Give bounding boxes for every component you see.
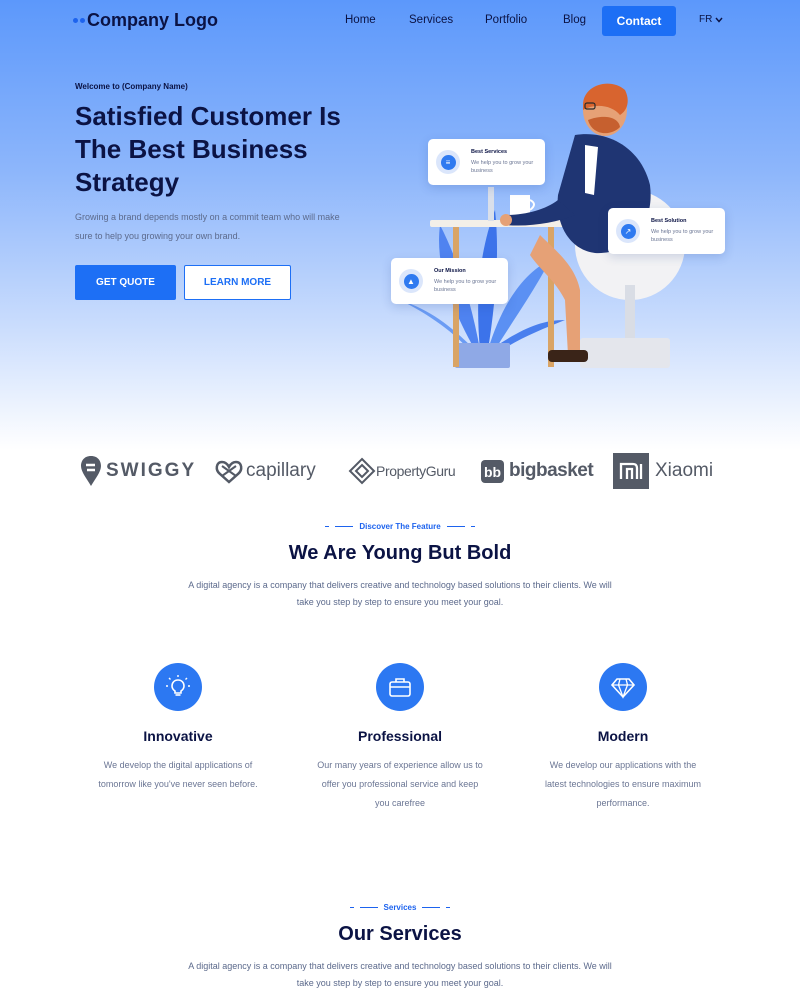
briefcase-icon (376, 663, 424, 711)
eyebrow-text: Discover The Feature (359, 522, 441, 531)
services-eyebrow: Services (0, 903, 800, 912)
propertyguru-logo-icon (348, 457, 376, 485)
best-services-card: ≡ Best Services We help you to grow your… (428, 139, 545, 185)
brand-name: bigbasket (509, 460, 594, 481)
feature-modern: Modern We develop our applications with … (523, 663, 723, 813)
top-navigation: Company Logo Home Services Portfolio Blo… (0, 0, 800, 42)
layers-icon: ≡ (436, 150, 460, 174)
nav-link-blog[interactable]: Blog (563, 14, 586, 26)
brand-name: Xiaomi (655, 460, 714, 481)
contact-button[interactable]: Contact (602, 6, 676, 36)
brand-bigbasket: bb bigbasket (480, 453, 594, 489)
eyebrow-text: Services (383, 903, 417, 912)
services-title: Our Services (338, 923, 462, 945)
feature-text: We develop our applications with the lat… (544, 760, 702, 808)
feature-title: Modern (597, 728, 649, 744)
brand-capillary: capillary (214, 453, 316, 489)
chevron-down-icon (715, 17, 723, 23)
features-title: We Are Young But Bold (288, 542, 512, 564)
card-text: We help you to grow your business (651, 229, 714, 243)
xiaomi-logo-icon (613, 453, 649, 489)
swiggy-logo-icon (81, 456, 101, 486)
services-description: A digital agency is a company that deliv… (188, 961, 612, 988)
brand-name: capillary (246, 460, 316, 481)
language-selector[interactable]: FR (699, 14, 723, 25)
brand-name: PropertyGuru (376, 463, 456, 479)
svg-text:bb: bb (484, 464, 501, 480)
brand-name: SWIGGY (106, 460, 197, 481)
bigbasket-logo-icon: bb (481, 459, 504, 483)
diamond-icon (599, 663, 647, 711)
best-solution-card: ↗ Best Solution We help you to grow your… (608, 208, 725, 254)
logo-text: Company Logo (87, 10, 218, 30)
get-quote-button[interactable]: GET QUOTE (75, 265, 176, 300)
rocket-icon: ▲ (399, 269, 423, 293)
lightbulb-icon (154, 663, 202, 711)
nav-link-portfolio[interactable]: Portfolio (485, 14, 527, 26)
feature-title: Professional (357, 728, 443, 744)
company-logo[interactable]: Company Logo (73, 10, 218, 31)
card-text: We help you to grow your business (471, 160, 534, 174)
nav-link-home[interactable]: Home (345, 14, 376, 26)
features-description: A digital agency is a company that deliv… (188, 580, 612, 607)
brand-propertyguru: PropertyGuru (348, 453, 456, 489)
our-mission-card: ▲ Our Mission We help you to grow your b… (391, 258, 508, 304)
hero-title: Satisfied Customer Is The Best Business … (75, 101, 341, 197)
feature-professional: Professional Our many years of experienc… (300, 663, 500, 813)
logo-dots-icon (73, 18, 85, 23)
learn-more-button[interactable]: LEARN MORE (184, 265, 291, 300)
brand-swiggy: SWIGGY (80, 453, 196, 489)
card-title: Our Mission (434, 268, 466, 274)
welcome-text: Welcome to (Company Name) (75, 82, 188, 91)
brand-xiaomi: Xiaomi (613, 453, 713, 489)
nav-link-services[interactable]: Services (409, 14, 453, 26)
feature-innovative: Innovative We develop the digital applic… (78, 663, 278, 794)
features-eyebrow: Discover The Feature (0, 522, 800, 531)
feature-title: Innovative (143, 728, 213, 744)
feature-text: We develop the digital applications of t… (98, 760, 258, 789)
card-title: Best Services (471, 149, 508, 155)
feature-text: Our many years of experience allow us to… (317, 760, 483, 808)
language-label: FR (699, 14, 713, 25)
hero-description: Growing a brand depends mostly on a comm… (75, 212, 340, 241)
card-title: Best Solution (651, 218, 687, 224)
chart-icon: ↗ (616, 219, 640, 243)
capillary-logo-icon (215, 460, 243, 484)
card-text: We help you to grow your business (434, 279, 497, 293)
